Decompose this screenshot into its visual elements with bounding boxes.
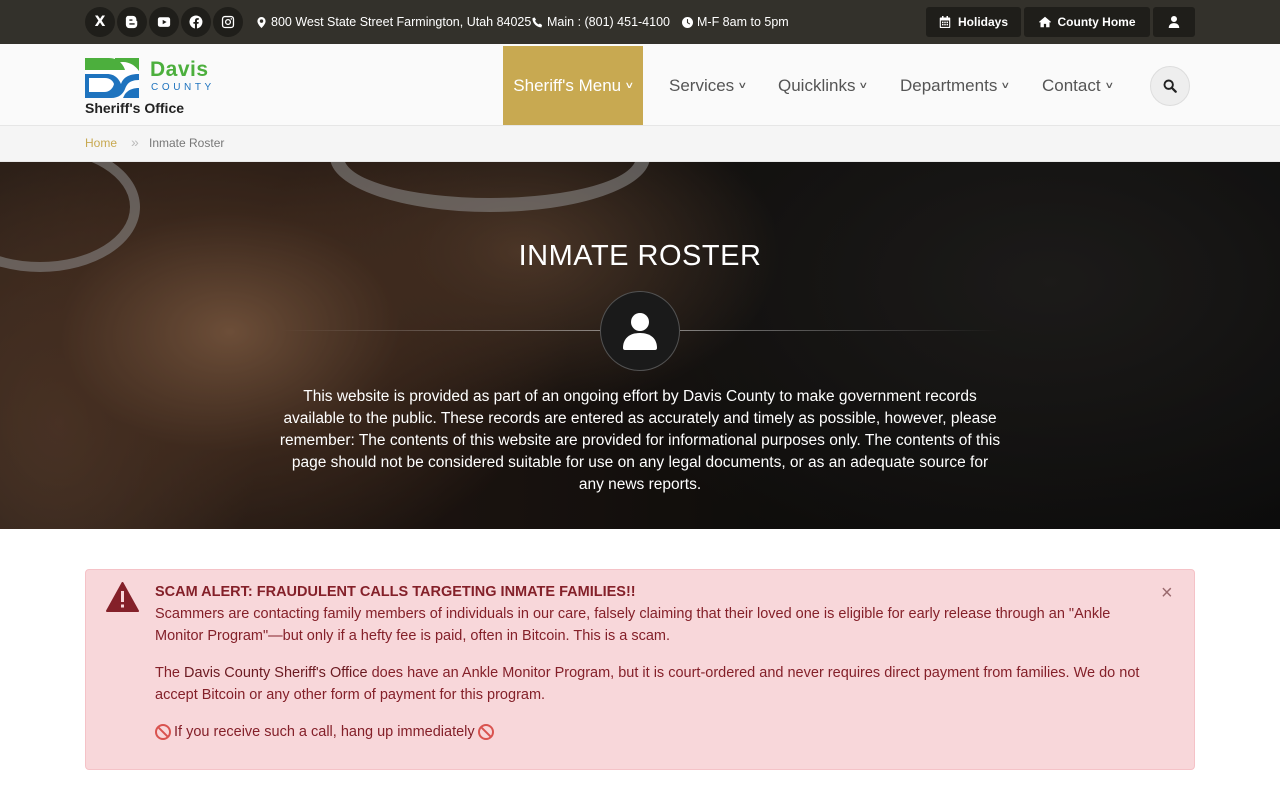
home-icon [1038, 16, 1051, 28]
search-button[interactable] [1150, 66, 1190, 106]
blogger-social-link[interactable] [117, 7, 147, 37]
phone-text: Main : (801) 451-4100 [547, 15, 670, 29]
person-icon [623, 313, 657, 350]
davis-county-logo[interactable]: Davis COUNTY Sheriff's Office [85, 58, 235, 118]
nav-quicklinks[interactable]: Quicklinks ∨ [778, 46, 869, 125]
user-icon [1168, 16, 1180, 28]
scam-alert: × SCAM ALERT: FRAUDULENT CALLS TARGETING… [85, 569, 1195, 770]
person-badge [600, 291, 680, 371]
phone-info[interactable]: Main : (801) 451-4100 [532, 13, 670, 31]
nav-quicklinks-label: Quicklinks [778, 75, 856, 95]
divider-line [680, 330, 1000, 331]
top-bar: X 800 West State Street Farmington, Utah… [0, 0, 1280, 44]
page-title: INMATE ROSTER [518, 240, 762, 272]
alert-p2-prefix: The [155, 665, 185, 681]
logo-davis-text: Davis [150, 58, 209, 81]
instagram-social-link[interactable] [213, 7, 243, 37]
nav-sheriffs-menu-label: Sheriff's Menu [513, 75, 622, 95]
facebook-icon [189, 15, 203, 29]
hours-info: M-F 8am to 5pm [682, 13, 789, 31]
chevron-down-icon: ∨ [737, 80, 748, 90]
chevron-down-icon: ∨ [858, 80, 869, 90]
alert-paragraph-1: Scammers are contacting family members o… [155, 606, 1111, 644]
nav-services-label: Services [669, 75, 735, 95]
address-text: 800 West State Street Farmington, Utah 8… [271, 15, 532, 29]
davis-county-logo-mark [85, 58, 139, 98]
nav-sheriffs-menu[interactable]: Sheriff's Menu ∨ [503, 46, 643, 125]
clock-icon [682, 16, 693, 28]
nav-contact[interactable]: Contact ∨ [1042, 46, 1114, 125]
holidays-label: Holidays [957, 15, 1008, 29]
prohibited-icon [155, 724, 171, 740]
breadcrumb: Home » Inmate Roster [0, 126, 1280, 162]
map-marker-icon [257, 16, 266, 28]
facebook-social-link[interactable] [181, 7, 211, 37]
chevron-down-icon: ∨ [1000, 80, 1011, 90]
alert-paragraph-3: If you receive such a call, hang up imme… [155, 721, 1155, 743]
phone-icon [532, 16, 543, 27]
hero-banner: INMATE ROSTER This website is provided a… [0, 162, 1280, 529]
hours-text: M-F 8am to 5pm [697, 15, 789, 29]
x-social-link[interactable]: X [85, 7, 115, 37]
x-icon: X [94, 14, 106, 30]
nav-departments-label: Departments [900, 75, 998, 95]
breadcrumb-separator: » [131, 134, 139, 150]
search-icon [1163, 79, 1177, 93]
chevron-down-icon: ∨ [624, 80, 635, 90]
logo-county-text: COUNTY [151, 82, 215, 93]
holidays-button[interactable]: Holidays [926, 7, 1021, 37]
chevron-down-icon: ∨ [1103, 80, 1114, 90]
nav-departments[interactable]: Departments ∨ [900, 46, 1011, 125]
youtube-icon [157, 17, 171, 27]
address-info: 800 West State Street Farmington, Utah 8… [256, 13, 531, 31]
breadcrumb-current: Inmate Roster [149, 136, 225, 150]
alert-close-button[interactable]: × [1161, 582, 1173, 605]
prohibited-icon [477, 724, 494, 740]
nav-contact-label: Contact [1042, 75, 1101, 95]
warning-icon [106, 582, 139, 612]
instagram-icon [221, 15, 235, 29]
site-header: Davis COUNTY Sheriff's Office Sheriff's … [0, 44, 1280, 126]
alert-p3-text: If you receive such a call, hang up imme… [174, 724, 475, 740]
alert-p2-emphasis: Davis County Sheriff's Office [184, 665, 368, 681]
county-home-label: County Home [1057, 15, 1136, 29]
blogger-icon [125, 15, 138, 29]
disclaimer-text: This website is provided as part of an o… [279, 388, 1001, 493]
alert-title: SCAM ALERT: FRAUDULENT CALLS TARGETING I… [155, 584, 636, 600]
nav-services[interactable]: Services ∨ [669, 46, 748, 125]
alert-paragraph-2: The Davis County Sheriff's Office does h… [155, 662, 1155, 706]
divider-line [280, 330, 600, 331]
breadcrumb-home-link[interactable]: Home [85, 136, 117, 150]
logo-subtitle: Sheriff's Office [85, 100, 185, 116]
user-login-button[interactable] [1153, 7, 1195, 37]
youtube-social-link[interactable] [149, 7, 179, 37]
county-home-button[interactable]: County Home [1024, 7, 1150, 37]
calendar-icon [939, 16, 951, 28]
